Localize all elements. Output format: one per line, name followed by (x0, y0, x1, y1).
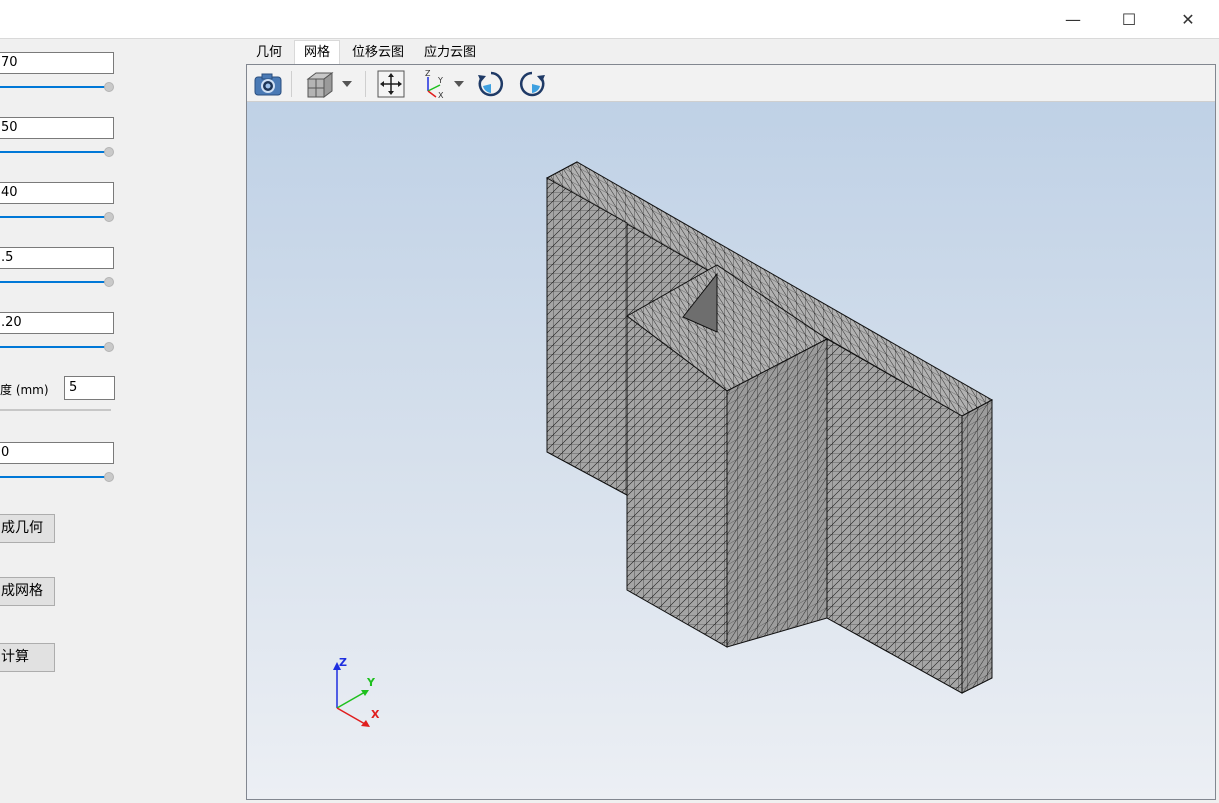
param-slider-2[interactable] (0, 151, 106, 153)
chevron-down-icon (342, 81, 352, 87)
axes-view-button[interactable]: Z Y X (419, 69, 449, 99)
orientation-triad: Z Y X (333, 656, 380, 727)
axes-view-dropdown[interactable] (452, 69, 466, 99)
svg-text:X: X (438, 91, 444, 99)
param-slider-4[interactable] (0, 281, 106, 283)
param-field-1[interactable]: 70 (0, 52, 114, 74)
maximize-button[interactable]: ☐ (1106, 0, 1152, 38)
view-toolbar: Z Y X (247, 65, 1215, 102)
param-field-5[interactable]: .20 (0, 312, 114, 334)
mesh-size-input[interactable]: 5 (64, 376, 115, 400)
param-slider-7-thumb[interactable] (104, 472, 114, 482)
param-slider-2-thumb[interactable] (104, 147, 114, 157)
axes-icon: Z Y X (425, 69, 444, 99)
tab-geometry[interactable]: 几何 (250, 42, 288, 64)
param-field-4[interactable]: .5 (0, 247, 114, 269)
mesh-model (545, 161, 994, 694)
maximize-icon: ☐ (1121, 9, 1137, 29)
close-icon: ✕ (1181, 9, 1195, 29)
param-slider-3-thumb[interactable] (104, 212, 114, 222)
tab-displacement[interactable]: 位移云图 (346, 42, 410, 64)
title-bar: — ☐ ✕ (0, 0, 1219, 38)
cube-view-icon (306, 72, 334, 98)
mesh-size-label: 度 (mm) (0, 383, 49, 397)
fit-view-icon (377, 70, 405, 98)
camera-icon (254, 73, 282, 96)
svg-text:Z: Z (425, 69, 431, 78)
rotate-ccw-icon (478, 71, 504, 97)
param-slider-4-thumb[interactable] (104, 277, 114, 287)
param-slider-5-thumb[interactable] (104, 342, 114, 352)
minimize-icon: — (1065, 9, 1081, 29)
minimize-button[interactable]: — (1050, 0, 1096, 38)
generate-geometry-button[interactable]: 成几何 (0, 514, 55, 543)
triad-x-label: X (371, 708, 380, 721)
svg-text:Y: Y (437, 76, 443, 85)
rotate-right-button[interactable] (517, 69, 547, 99)
fit-view-button[interactable] (375, 69, 407, 99)
param-slider-7[interactable] (0, 476, 106, 478)
tab-stress[interactable]: 应力云图 (418, 42, 482, 64)
mesh-size-separator (0, 409, 111, 411)
param-slider-1[interactable] (0, 86, 106, 88)
param-slider-1-thumb[interactable] (104, 82, 114, 92)
param-slider-3[interactable] (0, 216, 106, 218)
param-field-2[interactable]: 50 (0, 117, 114, 139)
generate-mesh-button[interactable]: 成网格 (0, 577, 55, 606)
rotate-cw-icon (519, 71, 545, 97)
triad-z-label: Z (339, 656, 347, 669)
compute-button[interactable]: 计算 (0, 643, 55, 672)
param-slider-5[interactable] (0, 346, 106, 348)
toolbar-separator (291, 71, 292, 97)
triad-y-label: Y (366, 676, 376, 689)
screenshot-button[interactable] (252, 69, 284, 99)
tab-mesh[interactable]: 网格 (294, 40, 340, 65)
mesh-viewport[interactable]: Z Y X (247, 102, 1215, 799)
toolbar-separator (365, 71, 366, 97)
title-divider (0, 38, 1219, 39)
chevron-down-icon (454, 81, 464, 87)
rotate-left-button[interactable] (476, 69, 506, 99)
param-field-7[interactable]: 0 (0, 442, 114, 464)
view-mode-button[interactable] (302, 69, 336, 99)
close-button[interactable]: ✕ (1165, 0, 1211, 38)
view-mode-dropdown[interactable] (340, 69, 354, 99)
param-field-3[interactable]: 40 (0, 182, 114, 204)
